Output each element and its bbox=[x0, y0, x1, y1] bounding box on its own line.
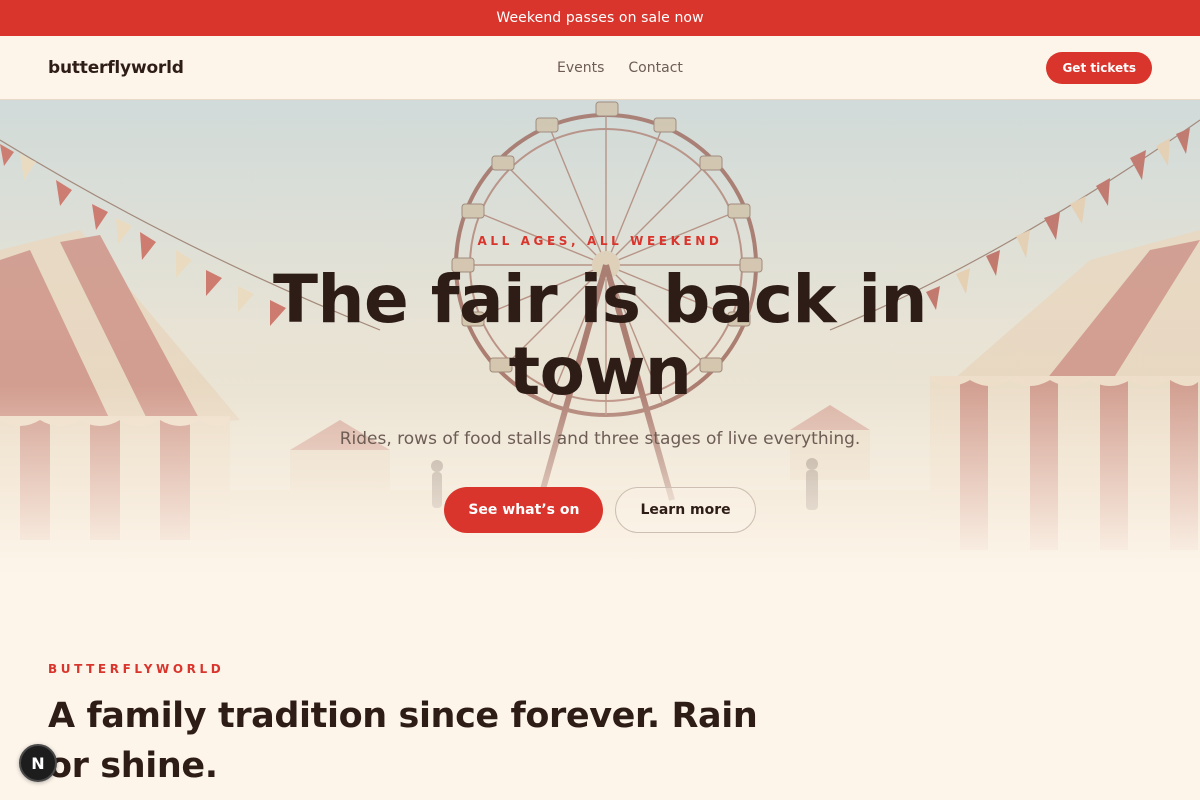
intro-eyebrow: BUTTERFLYWORLD bbox=[48, 662, 225, 676]
main-nav: Events Contact bbox=[557, 36, 683, 100]
announcement-text: Weekend passes on sale now bbox=[496, 10, 704, 26]
nextjs-dev-badge[interactable]: N bbox=[19, 744, 57, 782]
hero-title: The fair is back in town bbox=[273, 261, 927, 410]
site-header: butterflyworld Events Contact Get ticket… bbox=[0, 36, 1200, 100]
get-tickets-button[interactable]: Get tickets bbox=[1046, 51, 1152, 84]
dev-badge-letter: N bbox=[31, 753, 45, 773]
nav-link-contact[interactable]: Contact bbox=[628, 60, 682, 76]
intro-title: A family tradition since forever. Rain o… bbox=[48, 696, 758, 786]
hero-cta-group: See what’s on Learn more bbox=[0, 487, 1200, 533]
see-whats-on-button[interactable]: See what’s on bbox=[444, 487, 604, 533]
nav-link-events[interactable]: Events bbox=[557, 60, 604, 76]
site-logo[interactable]: butterflyworld bbox=[48, 58, 184, 78]
announcement-bar: Weekend passes on sale now bbox=[0, 0, 1200, 36]
hero-section: ALL AGES, ALL WEEKEND The fair is back i… bbox=[0, 100, 1200, 576]
hero-subtitle: Rides, rows of food stalls and three sta… bbox=[339, 429, 861, 449]
hero-eyebrow: ALL AGES, ALL WEEKEND bbox=[477, 234, 723, 248]
learn-more-button[interactable]: Learn more bbox=[615, 487, 756, 533]
